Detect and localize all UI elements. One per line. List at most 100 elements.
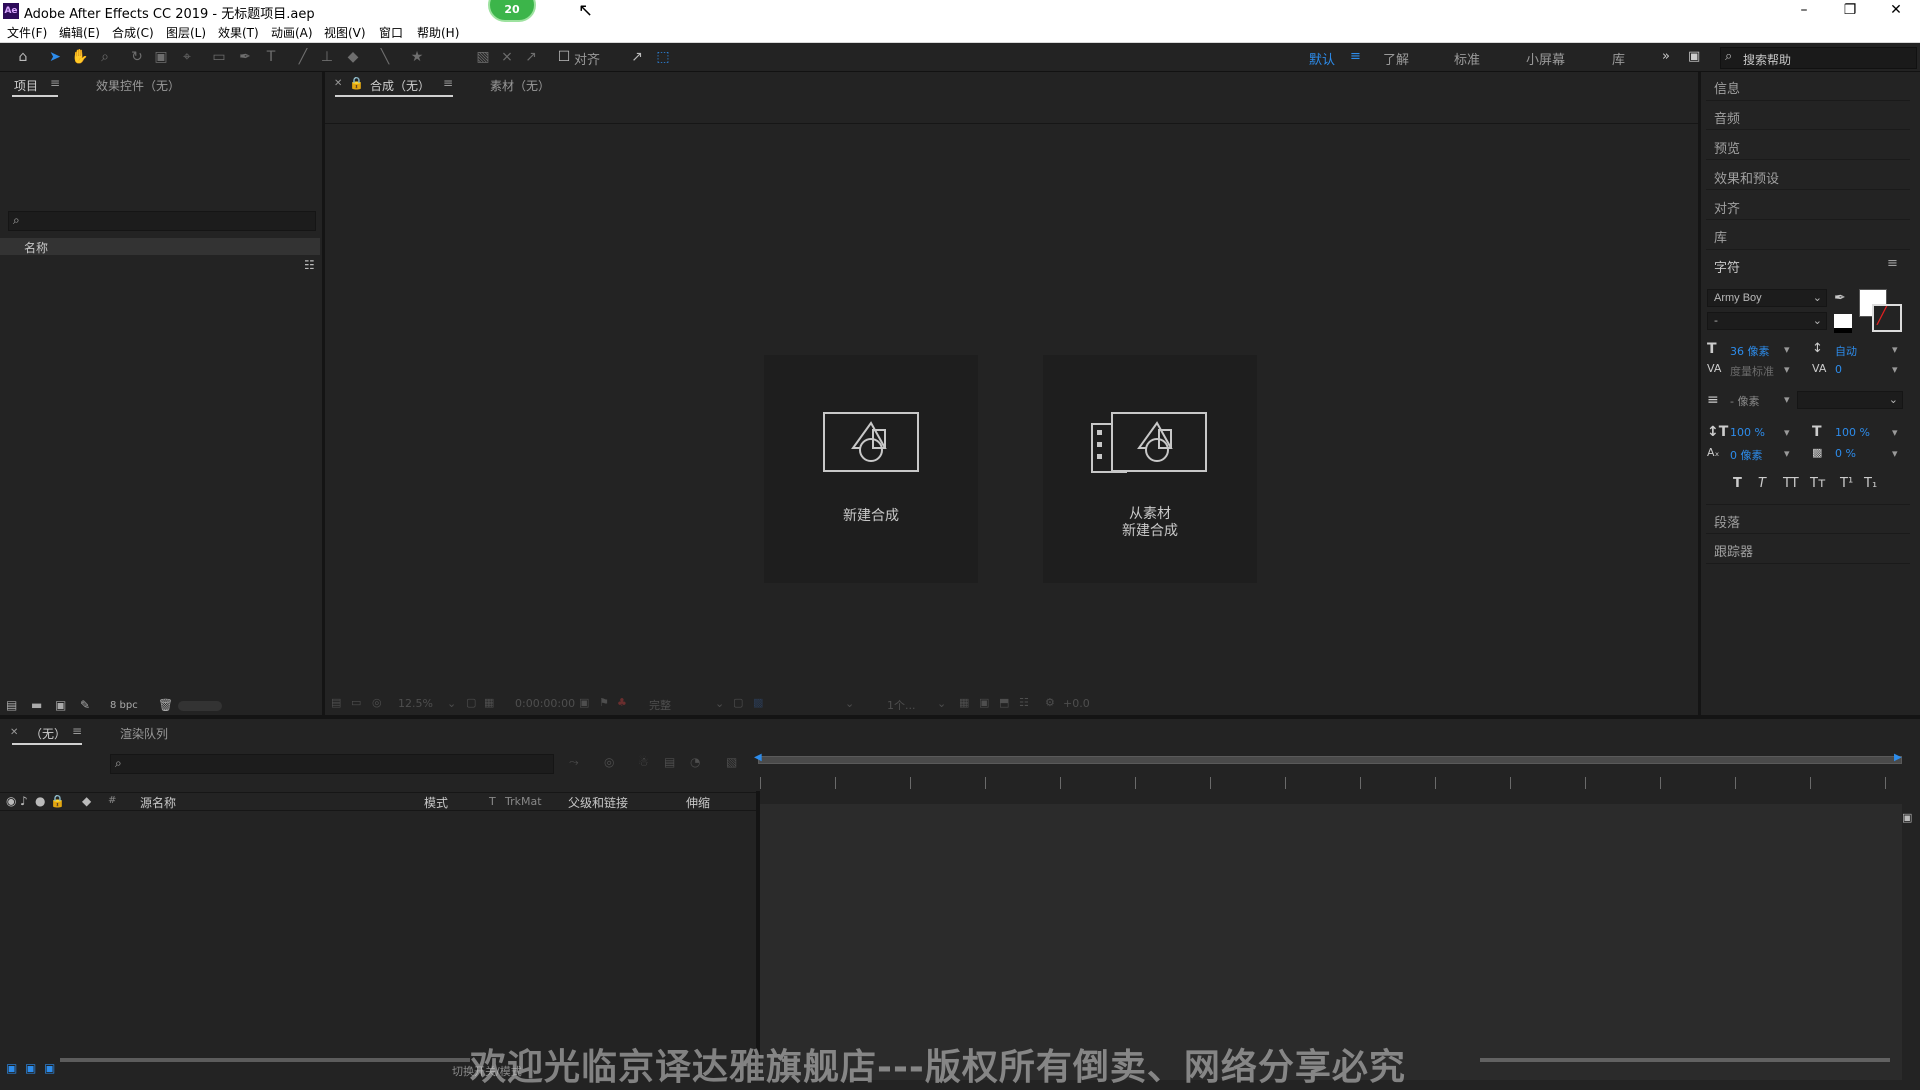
workspace-menu-icon[interactable]: ≡ <box>1350 49 1361 64</box>
new-comp-from-footage-card[interactable]: 从素材 新建合成 <box>1043 355 1257 583</box>
panel-menu-icon[interactable]: ≡ <box>443 76 453 90</box>
subscript-button[interactable]: T₁ <box>1864 476 1877 491</box>
thumbnail-slider[interactable] <box>178 701 222 711</box>
video-eye-icon[interactable]: ◉ <box>6 794 16 808</box>
clone-stamp-tool-icon[interactable]: ⊥ <box>318 48 336 66</box>
bpc-label[interactable]: 8 bpc <box>110 700 138 711</box>
align-panel-tab[interactable]: 对齐 <box>1714 198 1740 217</box>
workspace-library[interactable]: 库 <box>1612 49 1625 68</box>
zoom-tool-icon[interactable]: ⌕ <box>96 48 114 66</box>
menu-edit[interactable]: 编辑(E) <box>59 24 100 41</box>
new-composition-card[interactable]: 新建合成 <box>764 355 978 583</box>
in-out-panes-icon[interactable]: ▣ <box>44 1061 55 1075</box>
close-window-button[interactable]: ✕ <box>1873 0 1919 22</box>
tracker-panel-tab[interactable]: 跟踪器 <box>1714 541 1753 560</box>
tsume-value[interactable]: 0 % <box>1835 447 1856 460</box>
flowchart-icon[interactable]: ☷ <box>304 258 315 272</box>
panel-menu-icon[interactable]: ≡ <box>72 724 82 738</box>
transfer-controls-icon[interactable]: ▣ <box>25 1061 36 1075</box>
stroke-style-dropdown[interactable]: ⌄ <box>1797 391 1903 409</box>
tab-project[interactable]: 项目 <box>14 77 38 94</box>
column-parent-link[interactable]: 父级和链接 <box>568 794 628 811</box>
frame-blending-icon[interactable]: ▤ <box>664 755 675 769</box>
adjust-icon[interactable]: ✎ <box>80 698 90 712</box>
font-style-dropdown[interactable]: - ⌄ <box>1707 312 1827 330</box>
vertical-scale-value[interactable]: 100 % <box>1730 426 1765 439</box>
type-tool-icon[interactable]: T <box>262 48 280 66</box>
eraser-tool-icon[interactable]: ◆ <box>344 48 362 66</box>
align-checkbox[interactable]: ☐ <box>555 48 573 66</box>
workspace-standard[interactable]: 标准 <box>1454 49 1480 68</box>
workspace-small-screen[interactable]: 小屏幕 <box>1526 49 1565 68</box>
menu-animation[interactable]: 动画(A) <box>271 24 313 41</box>
character-panel-title[interactable]: 字符 <box>1714 257 1740 276</box>
column-source-name[interactable]: 源名称 <box>140 794 176 811</box>
column-mode[interactable]: 模式 <box>424 794 448 811</box>
snapping-grid-icon[interactable]: ⬚ <box>654 48 672 66</box>
menu-layer[interactable]: 图层(L) <box>166 24 206 41</box>
timeline-search-input[interactable]: ⌕ <box>110 754 554 774</box>
always-preview-icon[interactable]: ▤ <box>331 696 341 709</box>
time-navigator-end-handle[interactable]: ▶ <box>1894 752 1902 763</box>
column-stretch[interactable]: 伸缩 <box>686 794 710 811</box>
menu-file[interactable]: 文件(F) <box>7 24 47 41</box>
fast-previews-icon[interactable]: ▣ <box>979 696 989 709</box>
close-tab-icon[interactable]: ✕ <box>334 78 342 89</box>
preview-panel-tab[interactable]: 预览 <box>1714 138 1740 157</box>
zoom-dropdown[interactable]: 12.5% <box>398 697 433 710</box>
help-search-input[interactable]: ⌕ 搜索帮助 <box>1720 47 1917 69</box>
time-navigator-start-handle[interactable]: ◀ <box>754 752 762 763</box>
info-panel-tab[interactable]: 信息 <box>1714 78 1740 97</box>
audio-panel-tab[interactable]: 音频 <box>1714 108 1740 127</box>
panel-menu-icon[interactable]: ≡ <box>50 76 60 90</box>
faux-italic-button[interactable]: T <box>1758 476 1766 491</box>
toggle-pixel-aspect-icon[interactable]: ▦ <box>959 696 969 709</box>
tab-timeline-none[interactable]: （无） <box>30 725 66 742</box>
close-tab-icon[interactable]: ✕ <box>10 727 18 738</box>
fit-icon[interactable]: ▢ <box>466 696 476 709</box>
panel-menu-icon[interactable]: ≡ <box>1887 256 1898 271</box>
new-folder-icon[interactable]: ▬ <box>31 698 42 712</box>
shy-layers-icon[interactable]: ☃ <box>638 755 649 769</box>
motion-blur-icon[interactable]: ◔ <box>690 755 700 769</box>
paragraph-panel-tab[interactable]: 段落 <box>1714 512 1740 531</box>
menu-effect[interactable]: 效果(T) <box>218 24 259 41</box>
flowchart-icon[interactable]: ☷ <box>1019 696 1029 709</box>
puppet-tool-icon[interactable]: ★ <box>408 48 426 66</box>
time-ruler[interactable] <box>760 777 1900 789</box>
effects-presets-panel-tab[interactable]: 效果和预设 <box>1714 168 1779 187</box>
all-caps-button[interactable]: TT <box>1783 476 1799 491</box>
grid-icon[interactable]: ▦ <box>484 696 494 709</box>
notification-badge[interactable]: 20 <box>488 0 536 22</box>
tab-effect-controls[interactable]: 效果控件（无） <box>96 77 180 94</box>
comp-button-icon[interactable]: ▣ <box>1902 811 1912 824</box>
draft-3d-icon[interactable]: ◎ <box>604 755 614 769</box>
project-search-input[interactable]: ⌕ <box>8 211 316 231</box>
graph-editor-icon[interactable]: ▧ <box>726 755 737 769</box>
workspace-learn[interactable]: 了解 <box>1383 49 1409 68</box>
snap-icon[interactable]: ↗ <box>628 48 646 66</box>
horizontal-scale-value[interactable]: 100 % <box>1835 426 1870 439</box>
rotate-tool-icon[interactable]: ↻ <box>128 48 146 66</box>
hand-tool-icon[interactable]: ✋ <box>71 48 89 66</box>
lock-icon[interactable]: 🔒 <box>50 794 65 808</box>
tab-render-queue[interactable]: 渲染队列 <box>120 725 168 742</box>
camera-tool-icon[interactable]: ▣ <box>152 48 170 66</box>
color-channels-icon[interactable]: ♣ <box>617 696 627 709</box>
show-snapshot-icon[interactable]: ⚑ <box>599 696 609 709</box>
transparency-grid-icon[interactable]: ▩ <box>753 696 763 709</box>
menu-view[interactable]: 视图(V) <box>324 24 366 41</box>
rectangle-tool-icon[interactable]: ▭ <box>210 48 228 66</box>
kerning-value[interactable]: 度量标准 <box>1730 363 1774 379</box>
menu-composition[interactable]: 合成(C) <box>112 24 154 41</box>
workspace-toggle-icon[interactable]: ▣ <box>1688 49 1700 64</box>
roto-brush-tool-icon[interactable]: ╲ <box>376 48 394 66</box>
new-comp-icon[interactable]: ▣ <box>55 698 66 712</box>
timeline-icon[interactable]: ⬒ <box>999 696 1009 709</box>
masks-icon[interactable]: ◎ <box>372 696 382 709</box>
world-axis-icon[interactable]: ⨯ <box>498 48 516 66</box>
superscript-button[interactable]: T¹ <box>1840 476 1853 491</box>
minimize-button[interactable]: – <box>1781 0 1827 22</box>
more-workspaces-icon[interactable]: » <box>1662 49 1670 64</box>
trash-icon[interactable]: 🗑 <box>158 698 173 712</box>
